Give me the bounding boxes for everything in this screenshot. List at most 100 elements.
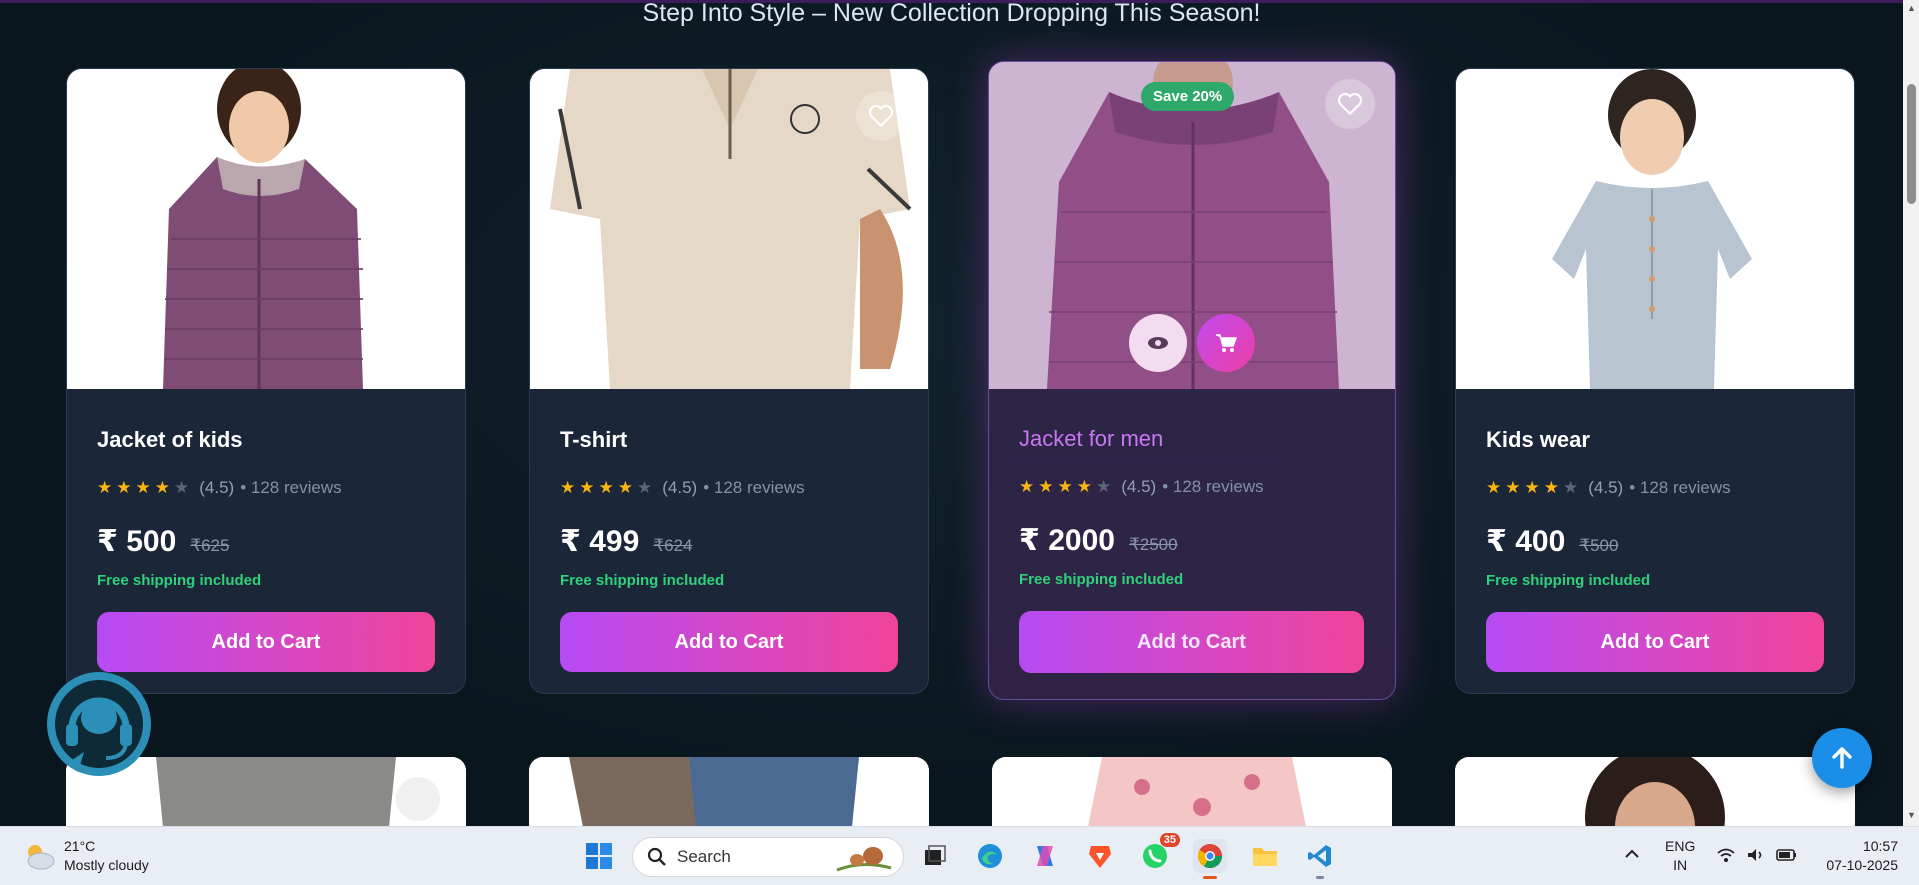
scrollbar-thumb[interactable]	[1907, 84, 1916, 204]
vscode-icon	[1308, 845, 1331, 867]
product-title[interactable]: Jacket of kids	[97, 427, 435, 455]
product-image[interactable]	[67, 69, 465, 389]
taskbar-app-whatsapp[interactable]: 35	[1138, 833, 1180, 873]
edge-browser-icon	[978, 844, 1002, 868]
add-to-cart-button[interactable]: Add to Cart	[1486, 612, 1824, 672]
scroll-to-top-button[interactable]	[1812, 728, 1872, 788]
product-card-next-row[interactable]	[992, 757, 1392, 826]
add-to-cart-button[interactable]: Add to Cart	[97, 612, 435, 672]
star-icon: ★	[1563, 478, 1579, 497]
clock[interactable]: 10:57 07-10-2025	[1818, 837, 1898, 875]
active-indicator	[1203, 876, 1217, 879]
star-rating: ★ ★ ★ ★ ★	[560, 478, 652, 498]
product-card-next-row[interactable]	[529, 757, 929, 826]
weather-description: Mostly cloudy	[64, 857, 149, 873]
weather-widget[interactable]: 21°C Mostly cloudy	[22, 837, 149, 875]
scroll-up-arrow-icon[interactable]: ▲	[1907, 3, 1916, 13]
product-card[interactable]: Kids wear ★ ★ ★ ★ ★ (4.5) • 128 reviews …	[1455, 68, 1855, 694]
product-rating: ★ ★ ★ ★ ★ (4.5) • 128 reviews	[560, 477, 898, 499]
product-image[interactable]	[1456, 69, 1854, 389]
page-scrollbar[interactable]: ▲ ▼	[1903, 0, 1919, 826]
language-indicator[interactable]: ENG IN	[1665, 837, 1695, 875]
cloudy-weather-icon	[27, 845, 55, 870]
rating-value: (4.5)	[1121, 477, 1157, 496]
taskbar-app-chrome[interactable]	[1193, 839, 1227, 879]
product-image[interactable]: Save 20%	[989, 62, 1395, 389]
wishlist-button[interactable]	[856, 91, 906, 141]
clock-time: 10:57	[1862, 838, 1898, 854]
product-price: ₹ 499	[560, 525, 640, 558]
product-card[interactable]: Jacket of kids ★ ★ ★ ★ ★ (4.5) • 128 rev…	[66, 68, 466, 694]
star-icon: ★	[154, 478, 170, 497]
star-icon: ★	[1057, 477, 1073, 496]
rating-value: (4.5)	[199, 478, 235, 497]
star-icon: ★	[135, 478, 151, 497]
product-image[interactable]	[530, 69, 928, 389]
product-title[interactable]: Jacket for men	[1019, 426, 1365, 454]
taskbar-app-taskview[interactable]	[918, 839, 952, 873]
volume-icon	[1748, 849, 1762, 861]
product-price: ₹ 2000	[1019, 524, 1115, 557]
support-headset-icon	[47, 672, 151, 776]
product-old-price: ₹500	[1579, 536, 1619, 555]
review-count: • 128 reviews	[1162, 477, 1264, 496]
scroll-down-arrow-icon[interactable]: ▼	[1907, 810, 1916, 820]
chevron-up-icon	[1625, 849, 1639, 858]
show-hidden-icons-button[interactable]	[1624, 845, 1640, 861]
product-card[interactable]: T-shirt ★ ★ ★ ★ ★ (4.5) • 128 reviews ₹ …	[529, 68, 929, 694]
search-icon	[647, 847, 666, 866]
product-old-price: ₹625	[190, 536, 230, 555]
start-button[interactable]	[582, 839, 616, 873]
taskbar-app-copilot[interactable]	[1028, 839, 1062, 873]
quick-view-button[interactable]	[1129, 314, 1187, 372]
review-count: • 128 reviews	[1629, 478, 1731, 497]
taskbar-search[interactable]: Search	[632, 837, 904, 877]
wifi-icon	[1717, 848, 1735, 862]
star-icon: ★	[1524, 478, 1540, 497]
eye-icon	[1148, 337, 1168, 349]
shipping-note: Free shipping included	[560, 572, 725, 589]
search-placeholder: Search	[677, 847, 731, 866]
add-to-cart-button[interactable]: Add to Cart	[1019, 611, 1364, 673]
product-title[interactable]: Kids wear	[1486, 427, 1824, 455]
star-rating: ★ ★ ★ ★ ★	[1019, 477, 1111, 497]
rating-value: (4.5)	[1588, 478, 1624, 497]
star-icon: ★	[637, 478, 653, 497]
page-viewport: Step Into Style – New Collection Droppin…	[0, 0, 1903, 826]
wishlist-button[interactable]	[1325, 79, 1375, 129]
review-count: • 128 reviews	[703, 478, 805, 497]
heart-icon	[1337, 92, 1363, 116]
product-rating: ★ ★ ★ ★ ★ (4.5) • 128 reviews	[1486, 477, 1824, 499]
star-icon: ★	[1019, 477, 1035, 496]
product-title[interactable]: T-shirt	[560, 427, 898, 455]
taskbar-app-brave[interactable]	[1083, 839, 1117, 873]
add-to-cart-button[interactable]: Add to Cart	[560, 612, 898, 672]
system-tray-icons[interactable]	[1716, 847, 1798, 863]
copilot-icon	[1037, 846, 1053, 866]
search-highlight-squirrel-icon	[836, 847, 892, 872]
chrome-browser-icon	[1197, 844, 1222, 869]
star-icon: ★	[579, 478, 595, 497]
star-icon: ★	[1486, 478, 1502, 497]
weather-temperature: 21°C	[64, 838, 96, 854]
region-code: IN	[1673, 857, 1688, 873]
product-card-next-row[interactable]	[1455, 757, 1855, 826]
star-icon: ★	[560, 478, 576, 497]
product-card-featured[interactable]: Save 20% Jacket for men ★ ★ ★ ★ ★ (4.5) …	[988, 61, 1396, 700]
taskbar-app-vscode[interactable]	[1303, 839, 1337, 879]
heart-icon	[868, 104, 894, 128]
cart-icon	[1216, 334, 1237, 352]
taskbar-app-edge[interactable]	[973, 839, 1007, 873]
star-icon: ★	[617, 478, 633, 497]
shipping-note: Free shipping included	[1486, 572, 1651, 589]
taskbar-app-file-explorer[interactable]	[1248, 839, 1282, 873]
product-price: ₹ 500	[97, 525, 177, 558]
windows-logo-icon	[586, 843, 612, 869]
quick-cart-button[interactable]	[1197, 314, 1255, 372]
star-icon: ★	[1505, 478, 1521, 497]
brave-browser-icon	[1089, 846, 1111, 868]
support-chat-widget[interactable]	[44, 672, 154, 782]
product-rating: ★ ★ ★ ★ ★ (4.5) • 128 reviews	[1019, 476, 1365, 498]
star-icon: ★	[97, 478, 113, 497]
product-old-price: ₹624	[653, 536, 693, 555]
